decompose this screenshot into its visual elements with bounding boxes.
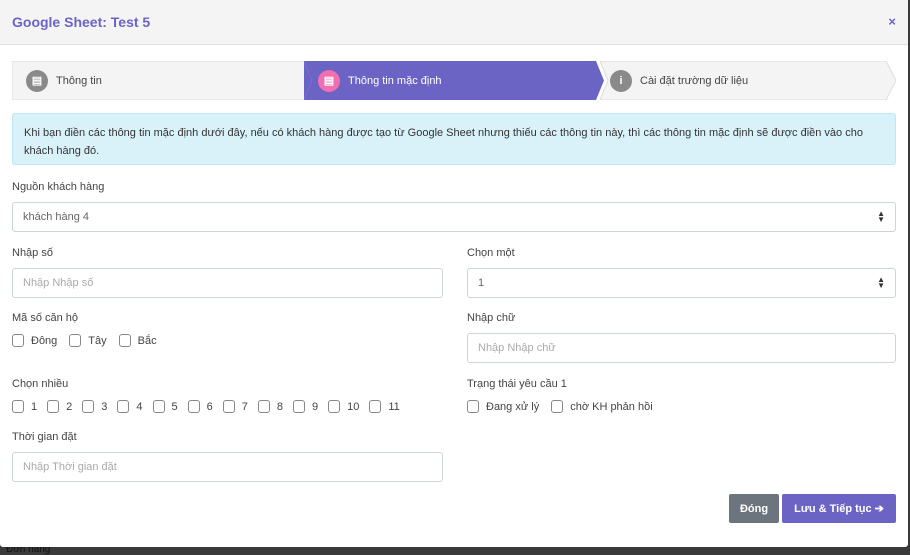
select-arrows-icon: ▲ ▼ <box>877 275 885 290</box>
checkbox-icon[interactable] <box>82 400 95 413</box>
file-icon: ▤ <box>26 69 48 92</box>
checkbox-multi-5[interactable]: 5 <box>152 400 178 413</box>
save-continue-label: Lưu & Tiếp tục <box>794 502 872 515</box>
apartment-label: Mã số căn hộ <box>12 312 79 324</box>
checkbox-icon[interactable] <box>117 400 130 413</box>
multi-checkboxes: 1 2 3 4 5 6 7 8 9 10 11 <box>12 400 410 413</box>
text-label: Nhập chữ <box>467 312 516 324</box>
source-select[interactable]: khách hàng 4 ▲ ▼ <box>12 202 896 232</box>
checkbox-tay[interactable]: Tây <box>69 334 107 347</box>
step-cai-dat-truong-du-lieu[interactable]: i Cài đặt trường dữ liệu <box>600 61 896 100</box>
apartment-checkboxes: Đông Tây Bắc <box>12 334 169 347</box>
checkbox-label: 9 <box>312 400 319 413</box>
checkbox-label: Bắc <box>137 334 157 347</box>
choose-one-label: Chọn một <box>467 247 515 259</box>
select-arrows-icon: ▲ ▼ <box>877 209 885 224</box>
choose-one-value: 1 <box>478 277 485 289</box>
checkbox-label: 7 <box>241 400 248 413</box>
checkbox-label: 2 <box>66 400 73 413</box>
step-thong-tin[interactable]: ▤ Thông tin <box>12 61 312 100</box>
checkbox-icon[interactable] <box>328 400 341 413</box>
time-input[interactable]: Nhập Thời gian đặt <box>12 452 443 482</box>
checkbox-multi-4[interactable]: 4 <box>117 400 143 413</box>
checkbox-multi-9[interactable]: 9 <box>293 400 318 413</box>
checkbox-multi-11[interactable]: 11 <box>369 400 400 413</box>
status-checkboxes: Đang xử lý chờ KH phản hồi <box>467 400 665 413</box>
checkbox-icon[interactable] <box>467 400 479 413</box>
checkbox-icon[interactable] <box>257 400 270 413</box>
checkbox-multi-3[interactable]: 3 <box>82 400 107 413</box>
checkbox-dong[interactable]: Đông <box>12 334 57 347</box>
number-input[interactable]: Nhập Nhập số <box>12 268 443 298</box>
checkbox-cho-kh-phan-hoi[interactable]: chờ KH phản hồi <box>551 400 653 413</box>
checkbox-bac[interactable]: Bắc <box>118 334 157 347</box>
step-label: Thông tin <box>56 74 102 87</box>
checkbox-dang-xu-ly[interactable]: Đang xử lý <box>467 400 539 413</box>
arrow-right-icon: ➔ <box>874 503 884 515</box>
checkbox-label: Đông <box>31 334 58 347</box>
choose-one-select[interactable]: 1 ▲ ▼ <box>467 268 896 298</box>
checkbox-label: 10 <box>347 400 360 413</box>
checkbox-multi-10[interactable]: 10 <box>328 400 359 413</box>
google-sheet-modal: Google Sheet: Test 5 × ▤ Thông tin ▤ Thô… <box>0 0 908 547</box>
checkbox-label: Đang xử lý <box>486 400 540 413</box>
close-icon[interactable]: × <box>888 14 896 29</box>
info-alert: Khi bạn điền các thông tin mặc định dưới… <box>12 113 896 165</box>
checkbox-label: 4 <box>136 400 143 413</box>
checkbox-label: chờ KH phản hồi <box>570 400 653 413</box>
checkbox-multi-2[interactable]: 2 <box>47 400 72 413</box>
number-label: Nhập số <box>12 247 53 259</box>
checkbox-label: 5 <box>171 400 178 413</box>
checkbox-multi-1[interactable]: 1 <box>12 400 37 413</box>
checkbox-icon[interactable] <box>69 334 82 347</box>
checkbox-multi-6[interactable]: 6 <box>187 400 213 413</box>
source-label: Nguồn khách hàng <box>12 181 105 193</box>
checkbox-icon[interactable] <box>551 400 564 413</box>
step-label: Thông tin mặc định <box>348 74 442 87</box>
checkbox-label: 8 <box>276 400 283 413</box>
file-icon: ▤ <box>318 69 340 92</box>
checkbox-icon[interactable] <box>293 400 305 413</box>
time-label: Thời gian đặt <box>12 431 77 443</box>
checkbox-icon[interactable] <box>47 400 60 413</box>
checkbox-label: 1 <box>31 400 38 413</box>
stepper: ▤ Thông tin ▤ Thông tin mặc định i Cài đ… <box>12 61 896 100</box>
step-thong-tin-mac-dinh[interactable]: ▤ Thông tin mặc định <box>304 61 604 100</box>
multi-label: Chọn nhiều <box>12 378 69 390</box>
checkbox-label: 6 <box>206 400 213 413</box>
checkbox-multi-7[interactable]: 7 <box>222 400 248 413</box>
checkbox-label: 11 <box>388 400 400 413</box>
checkbox-label: 3 <box>101 400 108 413</box>
text-input[interactable]: Nhập Nhập chữ <box>467 333 896 363</box>
checkbox-icon[interactable] <box>187 400 200 413</box>
checkbox-icon[interactable] <box>152 400 165 413</box>
save-continue-button[interactable]: Lưu & Tiếp tục ➔ <box>782 494 896 523</box>
modal-title: Google Sheet: Test 5 <box>12 14 151 30</box>
checkbox-icon[interactable] <box>369 400 382 413</box>
checkbox-label: Tây <box>88 334 107 347</box>
info-icon: i <box>610 69 632 92</box>
status-label: Trạng thái yêu cầu 1 <box>467 378 567 390</box>
checkbox-icon[interactable] <box>12 400 24 413</box>
close-button[interactable]: Đóng <box>729 494 779 523</box>
checkbox-icon[interactable] <box>12 334 24 347</box>
checkbox-icon[interactable] <box>118 334 131 347</box>
source-value: khách hàng 4 <box>23 211 90 223</box>
checkbox-icon[interactable] <box>222 400 235 413</box>
step-label: Cài đặt trường dữ liệu <box>640 74 749 87</box>
checkbox-multi-8[interactable]: 8 <box>257 400 283 413</box>
modal-header: Google Sheet: Test 5 × <box>0 0 908 45</box>
